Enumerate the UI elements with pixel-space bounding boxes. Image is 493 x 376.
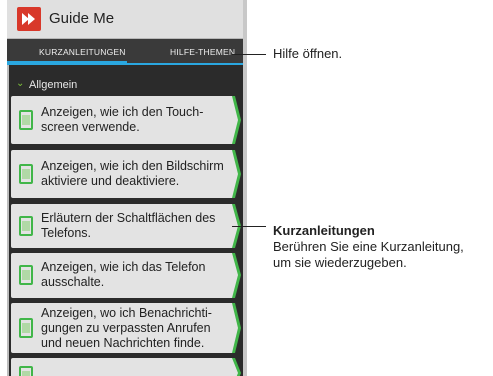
callout-line-tutorials: [232, 226, 266, 227]
phone-screen: Guide Me KURZANLEITUNGEN HILFE-THEMEN ⌄ …: [7, 0, 247, 376]
guide-me-app-icon[interactable]: [17, 7, 41, 31]
list-item-touchscreen[interactable]: Anzeigen, wie ich den Touch- screen verw…: [11, 96, 241, 144]
tab-divider-line: [127, 63, 247, 65]
app-title: Guide Me: [49, 10, 115, 27]
chevron-right-icon: [229, 303, 241, 353]
tab-selected-indicator: [7, 61, 127, 65]
list-item-schaltflaechen[interactable]: Erläutern der Schaltflächen des Telefons…: [11, 204, 241, 248]
action-bar: Guide Me: [7, 0, 247, 39]
item-text-line: und neuen Nachrichten finde.: [41, 336, 205, 350]
callout-tutorials-line: Berühren Sie eine Kurzanleitung,: [273, 239, 464, 254]
item-text-line: screen verwende.: [41, 120, 140, 134]
chevron-right-icon: [229, 253, 241, 298]
callout-tutorials-line: um sie wiederzugeben.: [273, 255, 407, 270]
chevron-right-icon: [229, 358, 241, 376]
section-label: Allgemein: [29, 79, 78, 91]
app-icon-chevron: [28, 13, 35, 25]
item-text-line: Erläutern der Schaltflächen des: [41, 211, 216, 225]
item-text-line: Telefons.: [41, 226, 92, 240]
phone-icon: [19, 216, 33, 236]
list-item-bildschirm[interactable]: Anzeigen, wie ich den Bildschirm aktivie…: [11, 150, 241, 198]
chevron-right-icon: [229, 150, 241, 198]
item-text-line: Anzeigen, wo ich Benachrichti-: [41, 306, 212, 320]
item-text-line: aktiviere und deaktiviere.: [41, 174, 180, 188]
callout-line-help: [232, 54, 266, 55]
phone-icon: [19, 318, 33, 338]
phone-icon: [19, 366, 33, 376]
callout-tutorials: Kurzanleitungen Berühren Sie eine Kurzan…: [273, 223, 491, 271]
tab-kurzanleitungen[interactable]: KURZANLEITUNGEN: [39, 47, 126, 57]
tab-hilfe-themen[interactable]: HILFE-THEMEN: [170, 47, 235, 57]
list-item-benachrichtigungen[interactable]: Anzeigen, wo ich Benachrichti- gungen zu…: [11, 303, 241, 353]
callout-help-text: Hilfe öffnen.: [273, 46, 343, 61]
phone-icon: [19, 164, 33, 184]
phone-icon: [19, 110, 33, 130]
callout-tutorials-title: Kurzanleitungen: [273, 223, 375, 238]
item-text-line: Anzeigen, wie ich den Touch-: [41, 105, 204, 119]
item-text-line: Anzeigen, wie ich den Bildschirm: [41, 159, 224, 173]
item-text-line: gungen zu verpassten Anrufen: [41, 321, 211, 335]
list-item-ausschalten[interactable]: Anzeigen, wie ich das Telefon ausschalte…: [11, 253, 241, 298]
list-item-partial[interactable]: [11, 358, 241, 376]
item-text-line: Anzeigen, wie ich das Telefon: [41, 260, 206, 274]
chevron-down-icon: ⌄: [16, 78, 25, 89]
phone-icon: [19, 265, 33, 285]
item-text-line: ausschalte.: [41, 275, 105, 289]
chevron-right-icon: [229, 96, 241, 144]
section-header-allgemein[interactable]: ⌄ Allgemein: [7, 76, 247, 92]
